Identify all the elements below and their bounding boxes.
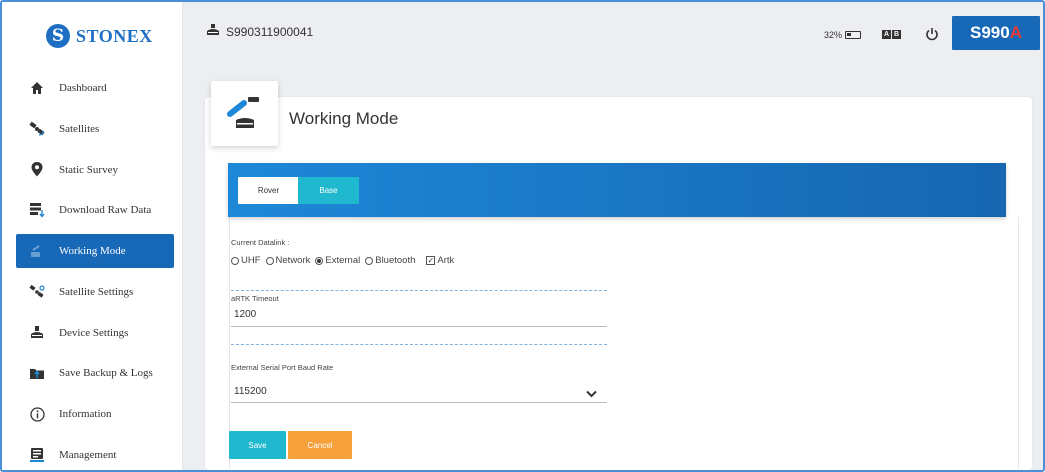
radio-button [231,256,239,265]
device-identifier: S990311900041 [206,24,313,40]
sidebar-item-download-raw-data[interactable]: Download Raw Data [2,190,183,231]
language-toggle[interactable]: A B [882,30,901,39]
receiver-icon [206,24,220,40]
brand-name: STONEX [76,25,153,46]
brand-mark-icon: S [46,24,70,48]
sidebar-nav: Dashboard Satellites Static Survey Downl… [2,68,183,471]
chevron-down-icon [586,385,597,403]
divider [231,344,607,345]
battery-percent: 32% [824,30,843,40]
sidebar-item-static-survey[interactable]: Static Survey [2,149,183,190]
brand-logo[interactable]: S STONEX [46,24,153,48]
tab-rover[interactable]: Rover [238,177,299,204]
datalink-label: Current Datalink : [231,238,290,247]
model-button[interactable]: S990 A [952,16,1040,50]
sidebar-item-label: Download Raw Data [59,204,152,217]
battery-fill [847,33,851,36]
sidebar-item-working-mode[interactable]: Working Mode [16,233,174,268]
info-icon [29,406,45,422]
sidebar-item-device-settings[interactable]: Device Settings [2,312,183,353]
sidebar-item-label: Static Survey [59,163,118,176]
radio-label: External [325,255,361,266]
checkbox-label: Artk [437,255,455,266]
artk-timeout-input[interactable] [231,303,607,327]
radio-label: Bluetooth [375,255,416,266]
sidebar-item-management[interactable]: Management [2,435,183,471]
artk-timeout-label: aRTK Timeout [231,294,279,303]
radio-label: UHF [241,255,261,266]
sidebar-item-satellite-settings[interactable]: Satellite Settings [2,272,183,313]
sidebar-item-information[interactable]: Information [2,394,183,435]
device-receiver-icon [29,325,45,341]
sidebar-item-label: Dashboard [59,82,107,95]
sidebar-item-label: Device Settings [59,326,129,339]
sidebar-item-label: Save Backup & Logs [59,367,153,380]
backup-folder-icon [29,365,45,381]
sidebar-item-label: Management [59,448,117,461]
model-name: S990 [970,23,1010,42]
radio-bluetooth[interactable]: Bluetooth [365,255,415,266]
working-mode-icon [29,243,45,259]
radio-button [265,256,274,265]
datalink-radio-group: UHF Network External Bluetooth ✓ Artk [231,255,454,266]
divider [231,290,607,291]
sidebar-item-save-backup-logs[interactable]: Save Backup & Logs [2,353,183,394]
app-window: S STONEX Dashboard Satellites Static Sur… [0,0,1045,472]
sidebar-item-satellites[interactable]: Satellites [2,109,183,150]
mode-tab-bar: Rover Base [228,163,1006,217]
model-suffix: A [1009,23,1022,42]
language-letter-b: B [892,30,901,39]
save-button[interactable]: Save [229,431,286,459]
language-letter-a: A [882,30,891,39]
checkmark-icon: ✓ [426,256,436,265]
sidebar-item-label: Working Mode [59,244,126,257]
artk-checkbox[interactable]: ✓ Artk [426,255,454,266]
sidebar-item-label: Information [59,408,112,421]
radio-button [315,256,324,265]
page-title: Working Mode [289,109,399,128]
cancel-button[interactable]: Cancel [288,431,352,459]
power-icon[interactable] [925,27,939,41]
radio-network[interactable]: Network [265,255,311,266]
tab-base[interactable]: Base [298,177,359,204]
radio-label: Network [275,255,311,266]
house-icon [29,80,45,96]
location-pin-icon [29,162,45,178]
radio-button [365,256,374,265]
baud-rate-select[interactable]: 115200 [231,379,607,403]
sidebar-item-label: Satellite Settings [59,286,134,299]
download-data-icon [29,202,45,219]
working-mode-header-icon [211,81,278,146]
baud-rate-value: 115200 [234,386,267,397]
satellite-icon [29,121,45,137]
management-icon [29,447,45,463]
baud-rate-label: External Serial Port Baud Rate [231,363,334,372]
top-bar: S990311900041 32% A B S990 A [184,2,1043,64]
satellite-settings-icon [29,284,45,300]
battery-icon [845,31,862,39]
device-serial: S990311900041 [226,25,314,39]
radio-uhf[interactable]: UHF [231,255,261,266]
sidebar-item-dashboard[interactable]: Dashboard [2,68,183,109]
sidebar-item-label: Satellites [59,123,100,136]
sidebar: S STONEX Dashboard Satellites Static Sur… [2,2,183,471]
battery-indicator: 32% [824,30,862,40]
radio-external[interactable]: External [315,255,360,266]
